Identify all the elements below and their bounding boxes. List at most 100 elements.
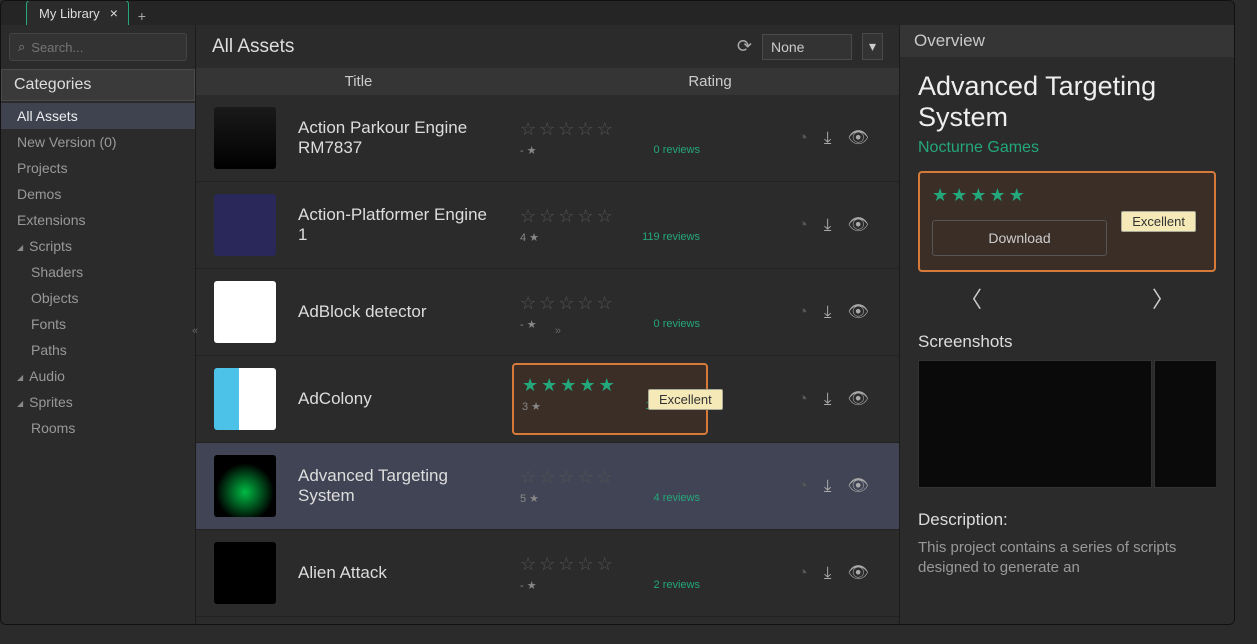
screenshot[interactable] xyxy=(918,360,1152,488)
asset-rating[interactable]: ☆☆☆☆☆4 ★119 reviews xyxy=(520,206,700,244)
star-icon[interactable]: ☆ xyxy=(520,119,536,140)
star-icon[interactable]: ★ xyxy=(522,375,538,396)
star-icon[interactable]: ☆ xyxy=(558,206,574,227)
star-row[interactable]: ☆☆☆☆☆ xyxy=(520,206,700,227)
star-icon[interactable]: ☆ xyxy=(577,554,593,575)
search-input[interactable]: ⌕ xyxy=(9,33,187,61)
asset-rating[interactable]: ☆☆☆☆☆- ★0 reviews xyxy=(520,119,700,157)
asset-rating[interactable]: ☆☆☆☆☆- ★0 reviews xyxy=(520,293,700,331)
star-icon[interactable]: ☆ xyxy=(558,293,574,314)
star-icon[interactable]: ☆ xyxy=(577,119,593,140)
star-icon[interactable]: ☆ xyxy=(577,467,593,488)
sidebar-item[interactable]: Shaders xyxy=(1,259,195,285)
tab-my-library[interactable]: My Library × xyxy=(26,0,129,25)
star-icon[interactable]: ☆ xyxy=(558,554,574,575)
overview-publisher[interactable]: Nocturne Games xyxy=(918,139,1216,157)
fire-icon[interactable]: ◔ xyxy=(798,302,808,322)
sidebar-item[interactable]: Objects xyxy=(1,285,195,311)
fire-icon[interactable]: ◔ xyxy=(798,215,808,235)
star-icon[interactable]: ★ xyxy=(599,375,615,396)
fire-icon[interactable]: ◔ xyxy=(798,476,808,496)
eye-icon[interactable]: 👁 xyxy=(847,563,869,583)
fire-icon[interactable]: ◔ xyxy=(798,563,808,583)
sidebar-item[interactable]: Audio xyxy=(1,363,195,389)
asset-row[interactable]: Action-Platformer Engine 1☆☆☆☆☆4 ★119 re… xyxy=(196,182,899,269)
sort-select[interactable]: None xyxy=(762,34,852,60)
sidebar-item[interactable]: Scripts xyxy=(1,233,195,259)
sidebar-item[interactable]: Fonts xyxy=(1,311,195,337)
star-icon[interactable]: ☆ xyxy=(577,293,593,314)
sidebar-item[interactable]: Rooms xyxy=(1,415,195,441)
star-icon[interactable]: ★ xyxy=(560,375,576,396)
star-icon[interactable]: ★ xyxy=(932,185,948,206)
star-icon[interactable]: ★ xyxy=(951,185,967,206)
star-icon[interactable]: ☆ xyxy=(597,206,613,227)
asset-rating[interactable]: ☆☆☆☆☆5 ★4 reviews xyxy=(520,467,700,505)
star-icon[interactable]: ☆ xyxy=(597,467,613,488)
asset-rating[interactable]: ★★★★★3 ★12 reviewsExcellent xyxy=(520,373,700,425)
star-icon[interactable]: ☆ xyxy=(520,293,536,314)
collapse-left-icon[interactable]: « xyxy=(192,325,198,337)
eye-icon[interactable]: 👁 xyxy=(847,302,869,322)
asset-row[interactable]: AdBlock detector☆☆☆☆☆- ★0 reviews◔⤓👁 xyxy=(196,269,899,356)
star-row[interactable]: ☆☆☆☆☆ xyxy=(520,467,700,488)
sidebar-item[interactable]: Paths xyxy=(1,337,195,363)
eye-icon[interactable]: 👁 xyxy=(847,128,869,148)
overview-stars[interactable]: ★ ★ ★ ★ ★ xyxy=(932,185,1202,206)
sidebar-item[interactable]: Demos xyxy=(1,181,195,207)
star-icon[interactable]: ★ xyxy=(989,185,1005,206)
asset-row[interactable]: Advanced Targeting System☆☆☆☆☆5 ★4 revie… xyxy=(196,443,899,530)
prev-icon[interactable]: 〈 xyxy=(960,282,982,314)
star-icon[interactable]: ☆ xyxy=(539,206,555,227)
next-icon[interactable]: 〉 xyxy=(1152,282,1174,314)
fire-icon[interactable]: ◔ xyxy=(798,128,808,148)
star-icon[interactable]: ☆ xyxy=(539,119,555,140)
eye-icon[interactable]: 👁 xyxy=(847,476,869,496)
star-icon[interactable]: ☆ xyxy=(597,293,613,314)
star-icon[interactable]: ★ xyxy=(541,375,557,396)
download-icon[interactable]: ⤓ xyxy=(824,302,832,322)
sidebar-item[interactable]: New Version (0) xyxy=(1,129,195,155)
fire-icon[interactable]: ◔ xyxy=(798,389,808,409)
refresh-icon[interactable]: ⟳ xyxy=(737,36,752,57)
download-icon[interactable]: ⤓ xyxy=(824,389,832,409)
download-icon[interactable]: ⤓ xyxy=(824,215,832,235)
search-field[interactable] xyxy=(31,40,207,55)
collapse-right-icon[interactable]: » xyxy=(555,325,561,337)
sidebar-item[interactable]: Extensions xyxy=(1,207,195,233)
star-row[interactable]: ☆☆☆☆☆ xyxy=(520,554,700,575)
star-icon[interactable]: ☆ xyxy=(597,119,613,140)
eye-icon[interactable]: 👁 xyxy=(847,389,869,409)
asset-row[interactable]: Action Parkour Engine RM7837☆☆☆☆☆- ★0 re… xyxy=(196,95,899,182)
screenshot[interactable] xyxy=(1154,360,1216,488)
sidebar-item[interactable]: Projects xyxy=(1,155,195,181)
download-icon[interactable]: ⤓ xyxy=(824,476,832,496)
asset-row[interactable]: Alien Attack☆☆☆☆☆- ★2 reviews◔⤓👁 xyxy=(196,530,899,617)
download-icon[interactable]: ⤓ xyxy=(824,128,832,148)
star-row[interactable]: ☆☆☆☆☆ xyxy=(520,293,700,314)
star-icon[interactable]: ☆ xyxy=(558,467,574,488)
download-icon[interactable]: ⤓ xyxy=(824,563,832,583)
eye-icon[interactable]: 👁 xyxy=(847,215,869,235)
asset-rating[interactable]: ☆☆☆☆☆- ★2 reviews xyxy=(520,554,700,592)
star-icon[interactable]: ☆ xyxy=(539,467,555,488)
star-icon[interactable]: ☆ xyxy=(520,206,536,227)
star-icon[interactable]: ☆ xyxy=(577,206,593,227)
star-icon[interactable]: ☆ xyxy=(558,119,574,140)
asset-row[interactable]: AdColony★★★★★3 ★12 reviewsExcellent◔⤓👁 xyxy=(196,356,899,443)
download-button[interactable]: Download xyxy=(932,220,1107,256)
sidebar-item[interactable]: Sprites xyxy=(1,389,195,415)
sidebar-item[interactable]: All Assets xyxy=(1,103,195,129)
screenshot-strip[interactable] xyxy=(918,360,1216,488)
star-icon[interactable]: ☆ xyxy=(520,554,536,575)
star-icon[interactable]: ★ xyxy=(1009,185,1025,206)
star-icon[interactable]: ☆ xyxy=(520,467,536,488)
close-icon[interactable]: × xyxy=(110,5,118,21)
star-icon[interactable]: ★ xyxy=(970,185,986,206)
star-row[interactable]: ☆☆☆☆☆ xyxy=(520,119,700,140)
star-icon[interactable]: ☆ xyxy=(539,554,555,575)
star-icon[interactable]: ☆ xyxy=(539,293,555,314)
sort-dropdown-icon[interactable]: ▾ xyxy=(862,33,883,60)
new-tab-button[interactable]: + xyxy=(133,7,151,25)
star-icon[interactable]: ☆ xyxy=(597,554,613,575)
